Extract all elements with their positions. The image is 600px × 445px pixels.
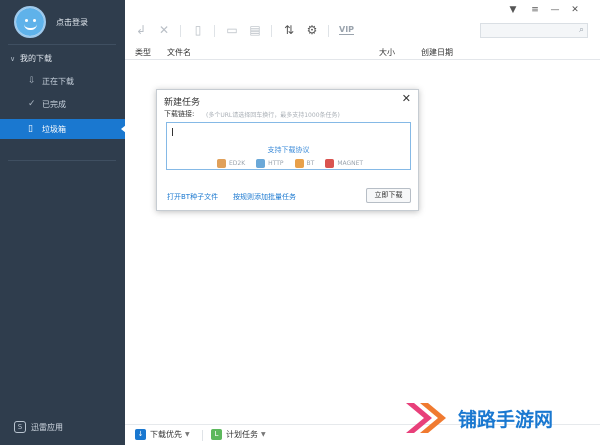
sidebar-item-label: 正在下载 xyxy=(42,76,74,86)
close-window-icon[interactable]: ✕ xyxy=(569,5,581,15)
schedule-icon: L xyxy=(211,429,222,440)
avatar[interactable] xyxy=(14,6,46,38)
sidebar-item-label: 已完成 xyxy=(42,99,66,109)
watermark: 铺路手游网 xyxy=(402,399,553,437)
http-icon xyxy=(256,159,266,168)
apps-icon: S xyxy=(14,421,26,433)
protocol-label: ED2K xyxy=(229,160,246,167)
protocol-label: BT xyxy=(306,160,315,167)
batch-add-link[interactable]: 按规则添加批量任务 xyxy=(233,192,296,202)
schedule-label: 计划任务 xyxy=(226,430,258,439)
protocol-label: MAGNET xyxy=(337,160,364,167)
sidebar-item-downloading[interactable]: ⇩ 正在下载 xyxy=(0,71,125,91)
toolbar: ↲ ✕ ▯ ▭ ▤ ⇅ ⚙ VIP ⌕ xyxy=(125,17,600,44)
magnet-icon xyxy=(325,159,335,168)
scheduled-tasks-button[interactable]: L 计划任务 ▼ xyxy=(211,429,266,440)
url-input[interactable]: 支持下载协议 ED2K HTTP BT MAGNET xyxy=(166,122,411,170)
divider xyxy=(214,25,215,37)
open-torrent-link[interactable]: 打开BT种子文件 xyxy=(167,192,218,202)
smiley-icon xyxy=(16,8,44,36)
download-now-button[interactable]: 立即下载 xyxy=(366,188,411,203)
table-header: 类型 文件名 大小 创建日期 xyxy=(125,44,600,60)
dialog-title: 新建任务 xyxy=(164,98,201,108)
new-task-dialog: 新建任务 ✕ 下载链接: (多个URL请选择回车换行，最多支持1000条任务) … xyxy=(156,89,419,211)
priority-label: 下载优先 xyxy=(150,430,182,439)
divider xyxy=(202,430,203,441)
column-header-created[interactable]: 创建日期 xyxy=(421,47,453,58)
download-priority-button[interactable]: ↓ 下载优先 ▼ xyxy=(135,429,190,440)
thunder-apps-button[interactable]: S 迅雷应用 xyxy=(14,421,63,433)
chevron-down-icon: ▼ xyxy=(185,431,190,438)
search-icon[interactable]: ⌕ xyxy=(579,25,584,35)
sidebar-item-label: 垃圾箱 xyxy=(42,124,66,134)
support-protocols-title: 支持下载协议 xyxy=(267,146,310,154)
skin-icon[interactable]: ▼ xyxy=(507,5,519,15)
chevron-down-icon: ▼ xyxy=(261,431,266,438)
column-header-size[interactable]: 大小 xyxy=(379,47,395,58)
bt-icon xyxy=(294,159,304,168)
column-header-filename[interactable]: 文件名 xyxy=(167,47,191,58)
divider xyxy=(328,25,329,37)
file-icon[interactable]: ▤ xyxy=(248,23,262,37)
close-icon[interactable]: ✕ xyxy=(402,92,411,105)
download-link-label: 下载链接: xyxy=(164,110,195,118)
menu-icon[interactable]: ≡ xyxy=(529,5,541,15)
check-circle-icon: ✓ xyxy=(28,99,36,109)
url-hint: (多个URL请选择回车换行，最多支持1000条任务) xyxy=(206,112,340,119)
divider xyxy=(180,25,181,37)
protocol-ed2k: ED2K xyxy=(217,159,245,168)
sidebar-item-trash[interactable]: ▯ 垃圾箱 xyxy=(0,119,126,139)
trash-icon[interactable]: ▯ xyxy=(191,23,205,37)
apps-label: 迅雷应用 xyxy=(31,422,63,432)
login-link[interactable]: 点击登录 xyxy=(56,17,88,28)
protocol-list: ED2K HTTP BT MAGNET xyxy=(217,159,374,168)
ed2k-icon xyxy=(217,159,226,168)
settings-icon[interactable]: ⚙ xyxy=(305,23,319,37)
divider xyxy=(271,25,272,37)
divider xyxy=(8,160,116,161)
download-arrow-icon: ⇩ xyxy=(28,76,36,86)
protocol-bt: BT xyxy=(294,159,315,168)
folder-icon[interactable]: ▭ xyxy=(225,23,239,37)
trash-icon: ▯ xyxy=(28,124,33,134)
sort-icon[interactable]: ⇅ xyxy=(282,23,296,37)
priority-icon: ↓ xyxy=(135,429,146,440)
text-caret xyxy=(172,128,173,136)
protocol-http: HTTP xyxy=(256,159,284,168)
chevron-down-icon: ∨ xyxy=(10,54,16,63)
sidebar-item-completed[interactable]: ✓ 已完成 xyxy=(0,94,125,114)
my-downloads-group[interactable]: ∨ 我的下载 xyxy=(0,50,125,67)
back-icon[interactable]: ↲ xyxy=(134,23,148,37)
watermark-text: 铺路手游网 xyxy=(458,408,554,431)
protocol-magnet: MAGNET xyxy=(325,159,363,168)
protocol-label: HTTP xyxy=(268,160,284,167)
column-header-type[interactable]: 类型 xyxy=(135,47,151,58)
search-input[interactable]: ⌕ xyxy=(480,23,588,38)
minimize-icon[interactable]: — xyxy=(549,5,561,15)
sidebar: 点击登录 ∨ 我的下载 ⇩ 正在下载 ✓ 已完成 ▯ 垃圾箱 S 迅雷应用 xyxy=(0,0,126,445)
divider xyxy=(8,44,116,45)
vip-button[interactable]: VIP xyxy=(339,25,355,35)
watermark-logo-icon xyxy=(402,399,452,437)
group-label: 我的下载 xyxy=(20,54,52,63)
close-icon[interactable]: ✕ xyxy=(157,23,171,37)
